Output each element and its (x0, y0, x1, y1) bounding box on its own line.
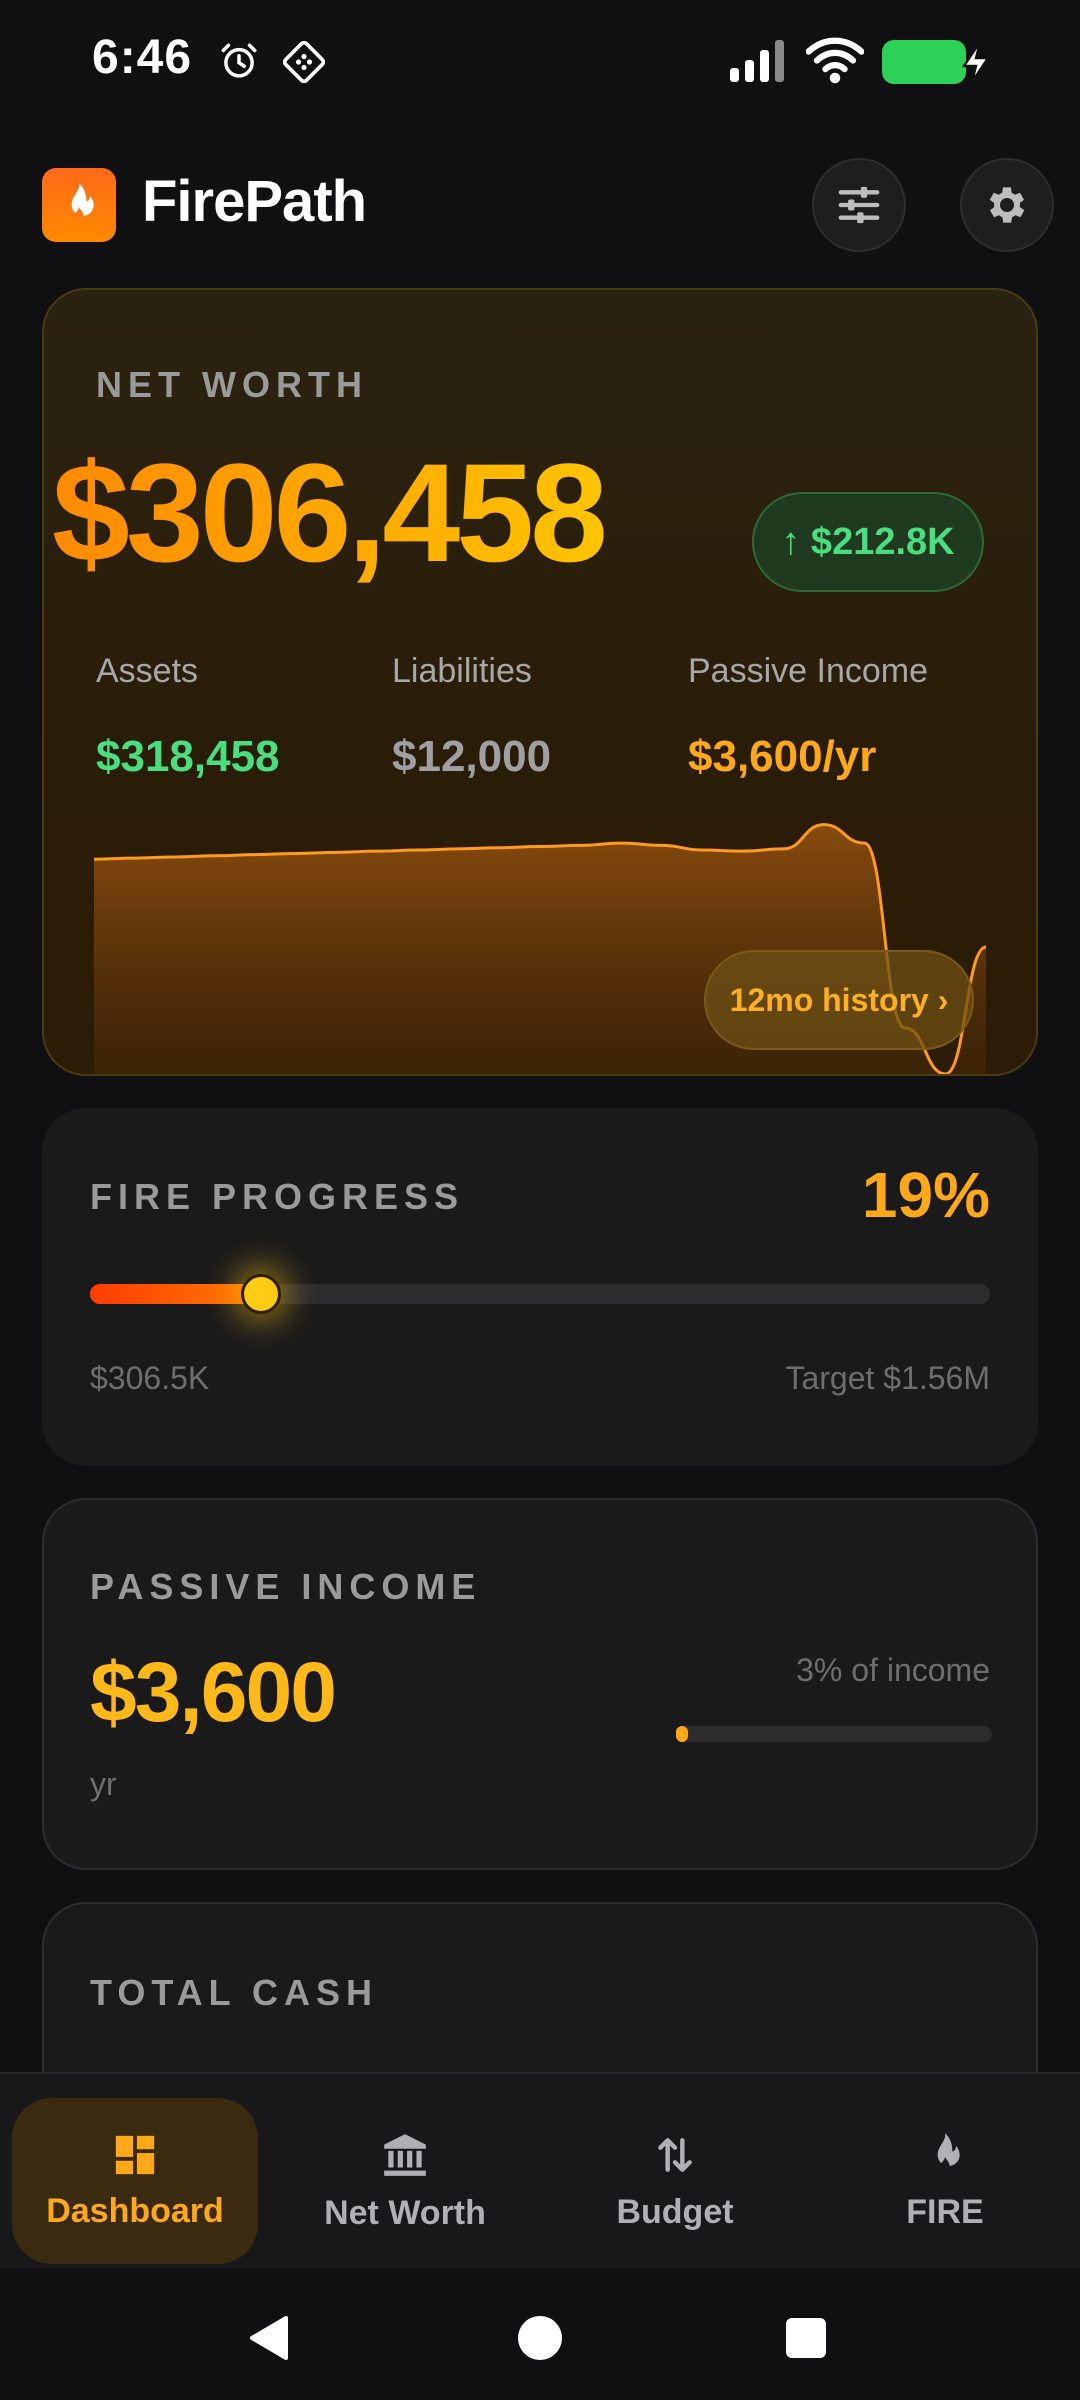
fire-current-value: $306.5K (90, 1360, 210, 1396)
system-navigation-bar (0, 2268, 1080, 2400)
nav-net-worth[interactable]: Net Worth (282, 2098, 528, 2264)
net-worth-change-badge: ↑ $212.8K (752, 492, 984, 592)
passive-income-amount: $3,600 (90, 1645, 337, 1739)
app-title: FirePath (142, 169, 367, 234)
bottom-navigation: Dashboard Net Worth Budget FIRE (0, 2072, 1080, 2268)
liabilities-value: $12,000 (392, 732, 552, 781)
passive-income-label: Passive Income (688, 652, 928, 690)
battery-charging-icon (882, 40, 994, 84)
recents-button[interactable] (786, 2318, 826, 2358)
wifi-icon (806, 37, 864, 84)
transfer-arrows-icon (658, 2137, 692, 2172)
nav-budget[interactable]: Budget (552, 2098, 798, 2264)
fire-progress-handle[interactable] (241, 1274, 281, 1314)
sliders-icon (838, 186, 880, 224)
fire-progress-fill (90, 1284, 261, 1304)
alarm-icon (221, 43, 257, 78)
liabilities-label: Liabilities (392, 652, 532, 690)
home-button[interactable] (518, 2316, 562, 2360)
assets-label: Assets (96, 652, 199, 690)
net-worth-value: $306,458 (52, 432, 608, 594)
settings-button[interactable] (960, 158, 1054, 252)
assets-value: $318,458 (96, 732, 280, 781)
nav-fire-label: FIRE (906, 2192, 984, 2231)
total-cash-label: TOTAL CASH (90, 1972, 379, 2013)
bank-icon (384, 2133, 426, 2176)
flame-icon (71, 183, 94, 221)
nav-budget-label: Budget (616, 2192, 734, 2231)
passive-income-value: $3,600/yr (688, 732, 877, 781)
gear-icon (989, 187, 1025, 223)
status-time: 6:46 (92, 31, 193, 84)
fire-progress-percent: 19% (861, 1159, 990, 1231)
nav-dashboard-label: Dashboard (46, 2191, 224, 2230)
app-logo (42, 168, 116, 242)
passive-income-fill (676, 1726, 688, 1742)
fire-progress-label: FIRE PROGRESS (90, 1176, 465, 1217)
fire-target-value: Target $1.56M (785, 1360, 990, 1396)
status-bar: 6:46 (0, 0, 1080, 120)
passive-income-share: 3% of income (796, 1652, 990, 1688)
back-icon[interactable] (246, 2314, 290, 2362)
nav-net-worth-label: Net Worth (324, 2193, 486, 2232)
dashboard-icon (115, 2135, 155, 2174)
nav-fire[interactable]: FIRE (822, 2098, 1068, 2264)
signal-icon (730, 40, 784, 82)
passive-income-card-label: PASSIVE INCOME (90, 1566, 482, 1607)
app-header: FirePath (0, 150, 1080, 260)
net-worth-label: NET WORTH (96, 364, 368, 405)
passive-income-track (676, 1726, 992, 1742)
flame-icon (937, 2132, 960, 2171)
history-button[interactable]: 12mo history › (704, 950, 974, 1050)
passive-income-period: yr (90, 1766, 117, 1802)
nav-dashboard[interactable]: Dashboard (12, 2098, 258, 2264)
nfc-icon (282, 40, 326, 84)
filter-settings-button[interactable] (812, 158, 906, 252)
